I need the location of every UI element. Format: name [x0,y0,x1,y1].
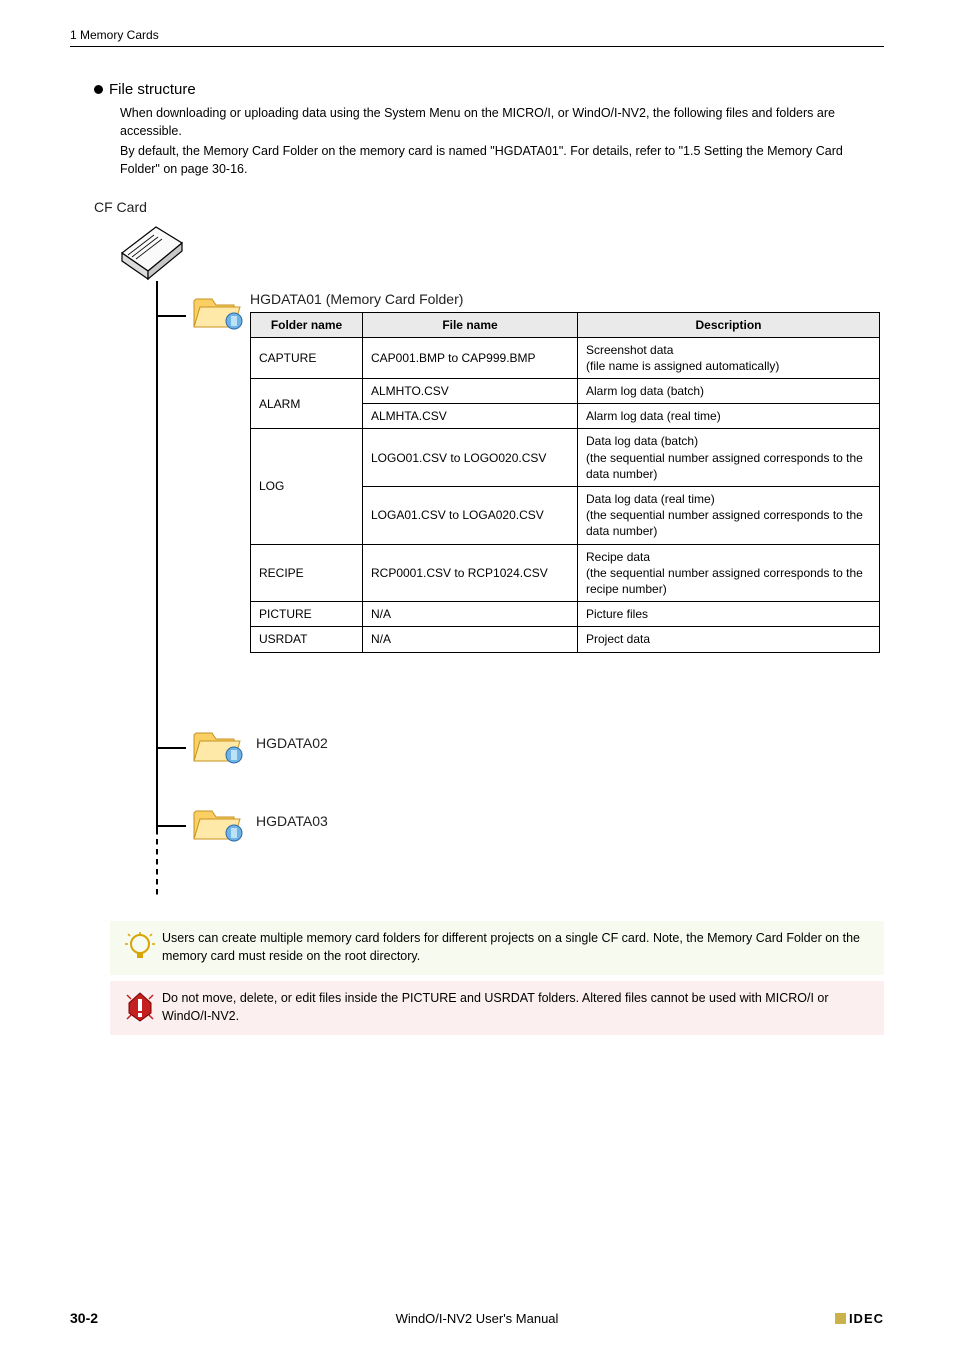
cell-file-name: LOGO01.CSV to LOGO020.CSV [363,429,578,487]
page-header: 1 Memory Cards [70,28,884,47]
table-body: CAPTURECAP001.BMP to CAP999.BMPScreensho… [251,337,880,652]
table-row: RECIPERCP0001.CSV to RCP1024.CSVRecipe d… [251,544,880,602]
cell-description: Data log data (real time)(the sequential… [578,487,880,545]
section-heading-row: File structure [94,81,884,98]
intro-paragraph-2: By default, the Memory Card Folder on th… [120,142,884,178]
table-header-row: Folder name File name Description [251,312,880,337]
cell-file-name: ALMHTA.CSV [363,404,578,429]
document-page: 1 Memory Cards File structure When downl… [0,0,954,1350]
tree-branch-2 [156,747,186,749]
cell-folder-name: USRDAT [251,627,363,652]
cell-description: Recipe data(the sequential number assign… [578,544,880,602]
warning-icon [118,989,162,1025]
content-block: File structure When downloading or uploa… [94,81,884,1035]
intro-text: When downloading or uploading data using… [94,104,884,179]
folder-diagram: HGDATA01 (Memory Card Folder) HGDATA02 H… [94,217,884,917]
cell-description: Alarm log data (batch) [578,379,880,404]
folder-icon-2 [190,721,244,767]
table-header-folder: Folder name [251,312,363,337]
file-structure-table: Folder name File name Description CAPTUR… [250,312,880,653]
cell-description: Screenshot data(file name is assigned au… [578,337,880,378]
table-row: LOGLOGO01.CSV to LOGO020.CSVData log dat… [251,429,880,487]
tip-note: Users can create multiple memory card fo… [110,921,884,975]
cell-folder-name: CAPTURE [251,337,363,378]
idec-logo: IDEC [835,1311,884,1326]
footer-brand: IDEC [835,1311,884,1326]
intro-paragraph-1: When downloading or uploading data using… [120,104,884,140]
tip-text: Users can create multiple memory card fo… [162,929,876,965]
section-heading: File structure [109,81,196,98]
cell-folder-name: LOG [251,429,363,544]
cell-folder-name: PICTURE [251,602,363,627]
bullet-icon [94,85,103,94]
table-row: USRDATN/AProject data [251,627,880,652]
cell-description: Picture files [578,602,880,627]
table-row: ALARMALMHTO.CSVAlarm log data (batch) [251,379,880,404]
folder-label-2: HGDATA02 [256,735,328,751]
folder-label-3: HGDATA03 [256,813,328,829]
tree-trunk-line [156,281,158,897]
cell-description: Alarm log data (real time) [578,404,880,429]
idec-logo-text: IDEC [849,1311,884,1326]
cell-file-name: ALMHTO.CSV [363,379,578,404]
cell-file-name: N/A [363,627,578,652]
table-row: CAPTURECAP001.BMP to CAP999.BMPScreensho… [251,337,880,378]
table-header-desc: Description [578,312,880,337]
tree-branch-3 [156,825,186,827]
cell-folder-name: RECIPE [251,544,363,602]
tree-branch-1 [156,315,186,317]
table-row: PICTUREN/APicture files [251,602,880,627]
cf-card-label: CF Card [94,199,884,215]
cell-description: Data log data (batch)(the sequential num… [578,429,880,487]
folder-label-1: HGDATA01 (Memory Card Folder) [250,291,463,307]
folder-icon-1 [190,287,244,333]
cell-file-name: N/A [363,602,578,627]
page-footer: 30-2 WindO/I-NV2 User's Manual IDEC [70,1310,884,1326]
folder-icon-3 [190,799,244,845]
cell-file-name: CAP001.BMP to CAP999.BMP [363,337,578,378]
cf-card-icon [116,223,188,285]
cell-file-name: RCP0001.CSV to RCP1024.CSV [363,544,578,602]
cell-description: Project data [578,627,880,652]
warning-note: Do not move, delete, or edit files insid… [110,981,884,1035]
table-header-file: File name [363,312,578,337]
footer-manual-title: WindO/I-NV2 User's Manual [70,1311,884,1326]
idec-logo-square [835,1313,846,1324]
lightbulb-icon [118,929,162,965]
cell-folder-name: ALARM [251,379,363,429]
cell-file-name: LOGA01.CSV to LOGA020.CSV [363,487,578,545]
tree-dashed-line [156,829,158,897]
warning-text: Do not move, delete, or edit files insid… [162,989,876,1025]
header-title: 1 Memory Cards [70,28,159,42]
